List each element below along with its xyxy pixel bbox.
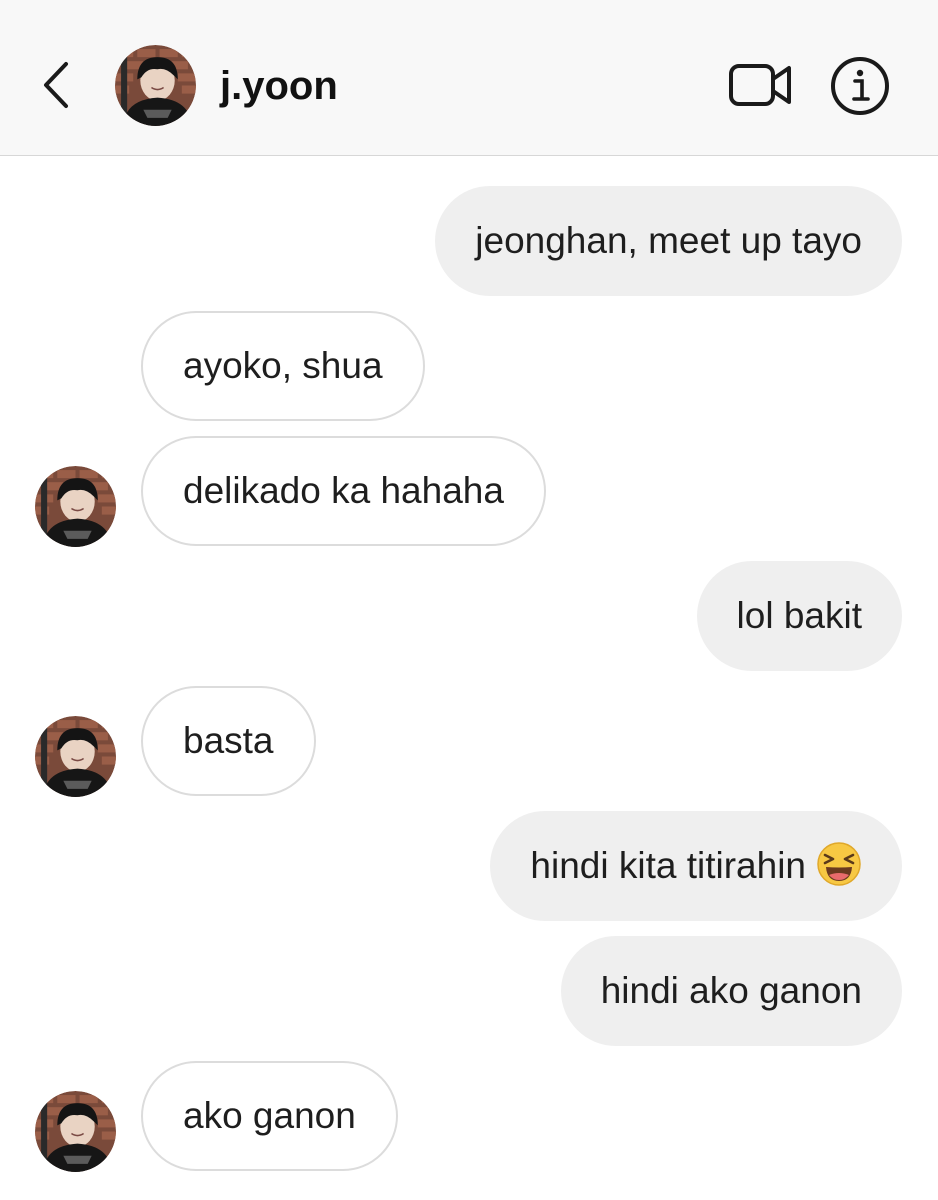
message-text: hindi kita titirahin [530, 845, 806, 886]
sender-avatar[interactable] [35, 1091, 116, 1172]
laughing-squint-face-icon [817, 842, 861, 886]
info-button[interactable] [830, 56, 890, 116]
video-camera-icon [729, 64, 791, 106]
avatar[interactable] [115, 45, 196, 126]
message-bubble-incoming[interactable]: ako ganon [141, 1061, 398, 1171]
message-bubble-outgoing[interactable]: hindi kita titirahin [490, 811, 902, 921]
header-username[interactable]: j.yoon [220, 62, 338, 110]
sender-avatar[interactable] [35, 466, 116, 547]
info-icon [831, 57, 889, 115]
video-call-button[interactable] [728, 60, 794, 110]
message-bubble-outgoing[interactable]: lol bakit [696, 561, 902, 671]
message-bubble-incoming[interactable]: ayoko, shua [141, 311, 425, 421]
chevron-left-icon [44, 62, 68, 108]
message-bubble-outgoing[interactable]: hindi ako ganon [560, 936, 902, 1046]
message-bubble-outgoing[interactable]: jeonghan, meet up tayo [435, 186, 902, 296]
message-bubble-incoming[interactable]: delikado ka hahaha [141, 436, 546, 546]
sender-avatar[interactable] [35, 716, 116, 797]
message-bubble-incoming[interactable]: basta [141, 686, 316, 796]
chat-header: j.yoon [0, 0, 938, 156]
back-button[interactable] [38, 60, 74, 110]
